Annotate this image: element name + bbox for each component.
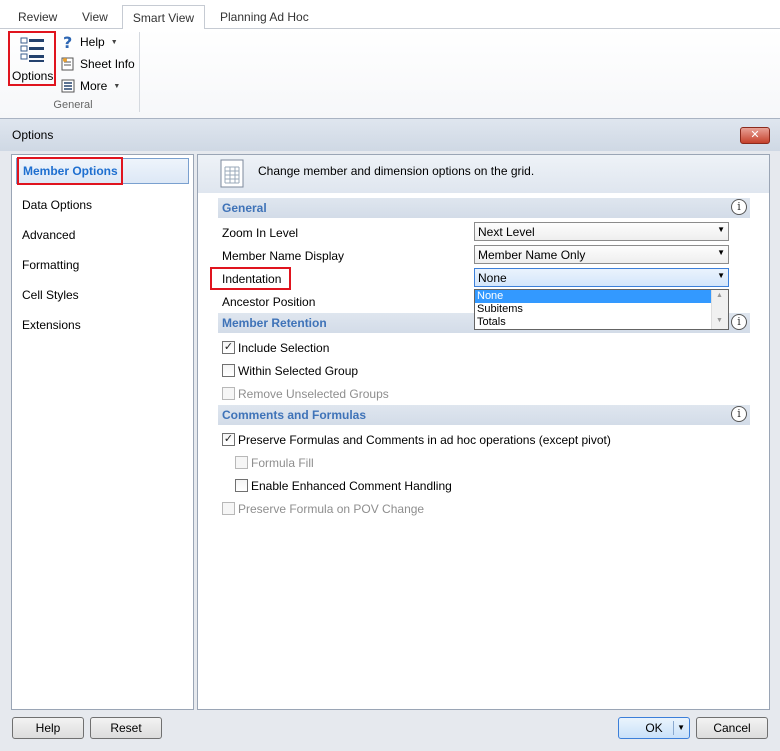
help-ribbon-button[interactable]: ? Help ▼ bbox=[60, 32, 118, 52]
panel-description: Change member and dimension options on t… bbox=[258, 164, 535, 178]
tab-view[interactable]: View bbox=[82, 10, 108, 24]
zoom-in-level-label: Zoom In Level bbox=[222, 226, 299, 240]
info-icon[interactable]: i bbox=[731, 199, 747, 215]
member-name-display-value: Member Name Only bbox=[478, 248, 586, 262]
grid-document-icon bbox=[220, 159, 244, 188]
more-label: More bbox=[80, 79, 108, 93]
indentation-value: None bbox=[478, 271, 507, 285]
ribbon-tab-bar: Review View Smart View Planning Ad Hoc bbox=[0, 0, 780, 30]
ok-label: OK bbox=[645, 721, 663, 735]
ancestor-position-label: Ancestor Position bbox=[222, 295, 316, 309]
section-comments-formulas: Comments and Formulas i bbox=[218, 405, 750, 425]
tab-review[interactable]: Review bbox=[18, 10, 57, 24]
enhanced-comment-checkbox[interactable] bbox=[235, 479, 248, 492]
dropdown-option-totals[interactable]: Totals bbox=[475, 316, 711, 329]
include-selection-checkbox[interactable]: ✓ bbox=[222, 341, 235, 354]
preserve-formula-pov-label: Preserve Formula on POV Change bbox=[238, 502, 425, 516]
options-list-icon bbox=[20, 37, 44, 62]
section-title: General bbox=[222, 201, 267, 215]
chevron-down-icon: ▼ bbox=[113, 82, 121, 90]
options-panel: Change member and dimension options on t… bbox=[197, 154, 770, 710]
formula-fill-label: Formula Fill bbox=[251, 456, 314, 470]
nav-item-cell-styles[interactable]: Cell Styles bbox=[22, 288, 79, 302]
tab-smart-view[interactable]: Smart View bbox=[122, 5, 205, 30]
within-selected-group-checkbox[interactable] bbox=[222, 364, 235, 377]
scroll-down-icon[interactable]: ▼ bbox=[716, 317, 723, 324]
include-selection-label: Include Selection bbox=[238, 341, 330, 355]
nav-item-advanced[interactable]: Advanced bbox=[22, 228, 75, 242]
enhanced-comment-label: Enable Enhanced Comment Handling bbox=[251, 479, 452, 493]
zoom-in-level-value: Next Level bbox=[478, 225, 535, 239]
svg-text:?: ? bbox=[63, 34, 72, 50]
options-ribbon-button[interactable]: Options bbox=[8, 31, 56, 86]
more-ribbon-button[interactable]: More ▼ bbox=[60, 76, 120, 96]
ribbon: Review View Smart View Planning Ad Hoc O… bbox=[0, 0, 780, 118]
close-icon[interactable]: ✕ bbox=[740, 127, 770, 144]
scroll-up-icon[interactable]: ▲ bbox=[716, 292, 723, 299]
section-title: Member Retention bbox=[222, 316, 327, 330]
dropdown-option-none[interactable]: None bbox=[475, 290, 711, 303]
cancel-button[interactable]: Cancel bbox=[696, 717, 768, 739]
within-selected-group-label: Within Selected Group bbox=[238, 364, 359, 378]
preserve-formulas-checkbox[interactable]: ✓ bbox=[222, 433, 235, 446]
info-icon[interactable]: i bbox=[731, 314, 747, 330]
chevron-down-icon: ▼ bbox=[717, 225, 725, 234]
remove-unselected-groups-checkbox bbox=[222, 387, 235, 400]
highlight-box bbox=[210, 267, 291, 290]
formula-fill-checkbox bbox=[235, 456, 248, 469]
section-title: Comments and Formulas bbox=[222, 408, 367, 422]
nav-item-data-options[interactable]: Data Options bbox=[22, 198, 92, 212]
preserve-formulas-label: Preserve Formulas and Comments in ad hoc… bbox=[238, 433, 611, 447]
member-name-display-select[interactable]: Member Name Only ▼ bbox=[474, 245, 729, 264]
info-icon[interactable]: i bbox=[731, 406, 747, 422]
indentation-select[interactable]: None ▼ bbox=[474, 268, 729, 287]
dialog-titlebar[interactable]: Options ✕ bbox=[0, 119, 780, 151]
help-question-icon: ? bbox=[63, 34, 72, 50]
panel-header: Change member and dimension options on t… bbox=[198, 155, 769, 193]
help-ribbon-label: Help bbox=[80, 35, 105, 49]
group-label-general: General bbox=[53, 99, 93, 111]
nav-item-formatting[interactable]: Formatting bbox=[22, 258, 79, 272]
sheet-info-icon bbox=[61, 57, 74, 71]
tab-planning-ad-hoc[interactable]: Planning Ad Hoc bbox=[220, 10, 309, 24]
member-name-display-label: Member Name Display bbox=[222, 249, 345, 263]
options-nav: Member Options Data Options Advanced For… bbox=[11, 154, 194, 710]
nav-item-extensions[interactable]: Extensions bbox=[22, 318, 81, 332]
options-label: Options bbox=[12, 69, 54, 83]
chevron-down-icon: ▼ bbox=[717, 271, 725, 280]
indentation-dropdown-list: None Subitems Totals ▲ ▼ bbox=[474, 289, 729, 330]
chevron-down-icon: ▼ bbox=[110, 38, 118, 46]
help-button[interactable]: Help bbox=[12, 717, 84, 739]
options-dialog: Options ✕ Member Options Data Options Ad… bbox=[0, 118, 780, 751]
dropdown-option-subitems[interactable]: Subitems bbox=[475, 303, 711, 316]
split-separator bbox=[673, 721, 674, 735]
dropdown-scrollbar[interactable]: ▲ ▼ bbox=[711, 290, 728, 329]
remove-unselected-groups-label: Remove Unselected Groups bbox=[238, 387, 389, 401]
ok-button[interactable]: OK ▼ bbox=[618, 717, 690, 739]
sheet-info-ribbon-button[interactable]: Sheet Info bbox=[60, 54, 135, 74]
more-icon bbox=[61, 79, 75, 93]
chevron-down-icon[interactable]: ▼ bbox=[677, 718, 685, 738]
chevron-down-icon: ▼ bbox=[717, 248, 725, 257]
dialog-title: Options bbox=[12, 128, 54, 142]
zoom-in-level-select[interactable]: Next Level ▼ bbox=[474, 222, 729, 241]
highlight-box bbox=[17, 157, 123, 185]
reset-button[interactable]: Reset bbox=[90, 717, 162, 739]
preserve-formula-pov-checkbox bbox=[222, 502, 235, 515]
sheet-info-label: Sheet Info bbox=[80, 57, 135, 71]
section-general: General i bbox=[218, 198, 750, 218]
